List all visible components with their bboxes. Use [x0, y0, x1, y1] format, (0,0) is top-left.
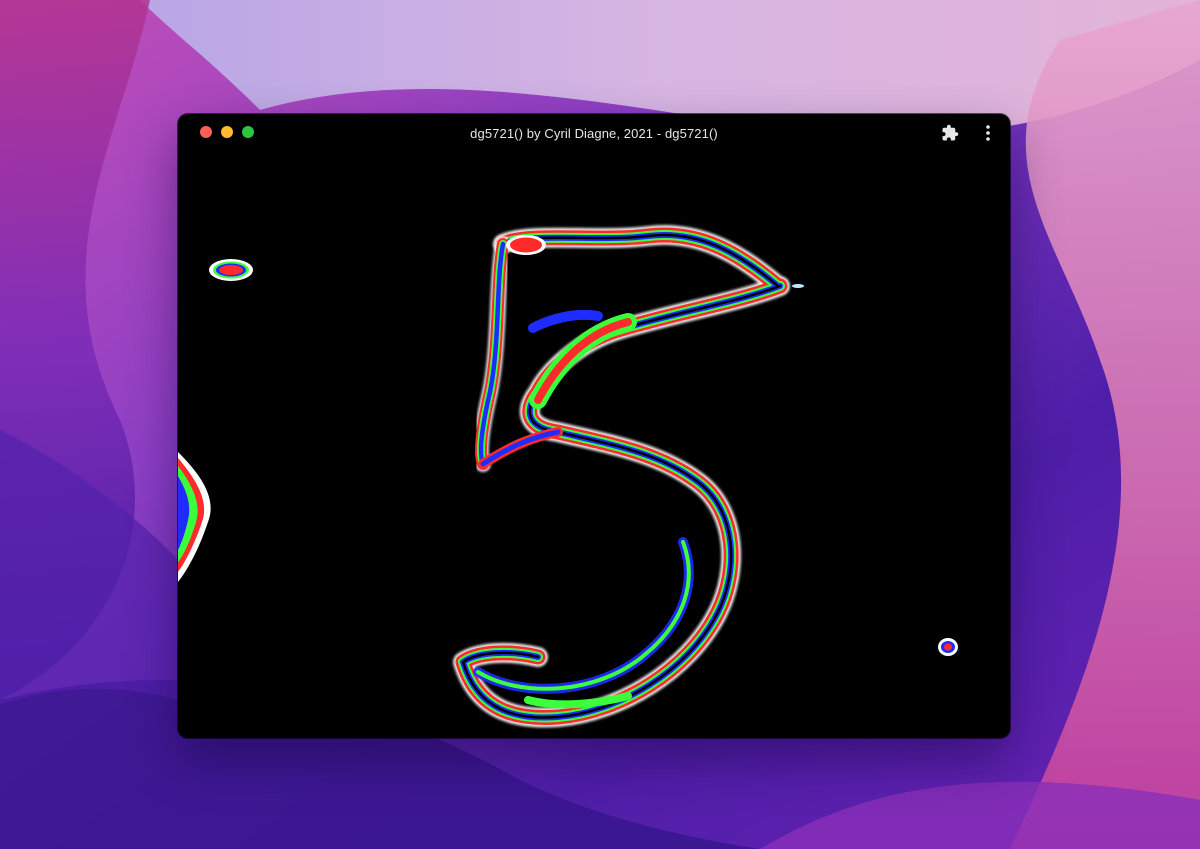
puzzle-icon	[942, 124, 959, 141]
title-actions	[940, 123, 998, 143]
zoom-button[interactable]	[242, 126, 254, 138]
extensions-button[interactable]	[940, 123, 960, 143]
window-controls	[200, 126, 254, 138]
app-window: dg5721() by Cyril Diagne, 2021 - dg5721(…	[178, 114, 1010, 738]
more-button[interactable]	[978, 123, 998, 143]
title-bar[interactable]: dg5721() by Cyril Diagne, 2021 - dg5721(…	[178, 114, 1010, 152]
generative-art-canvas[interactable]	[178, 152, 1010, 738]
window-title: dg5721() by Cyril Diagne, 2021 - dg5721(…	[470, 125, 718, 141]
minimize-button[interactable]	[221, 126, 233, 138]
close-button[interactable]	[200, 126, 212, 138]
more-vertical-icon	[986, 125, 990, 141]
